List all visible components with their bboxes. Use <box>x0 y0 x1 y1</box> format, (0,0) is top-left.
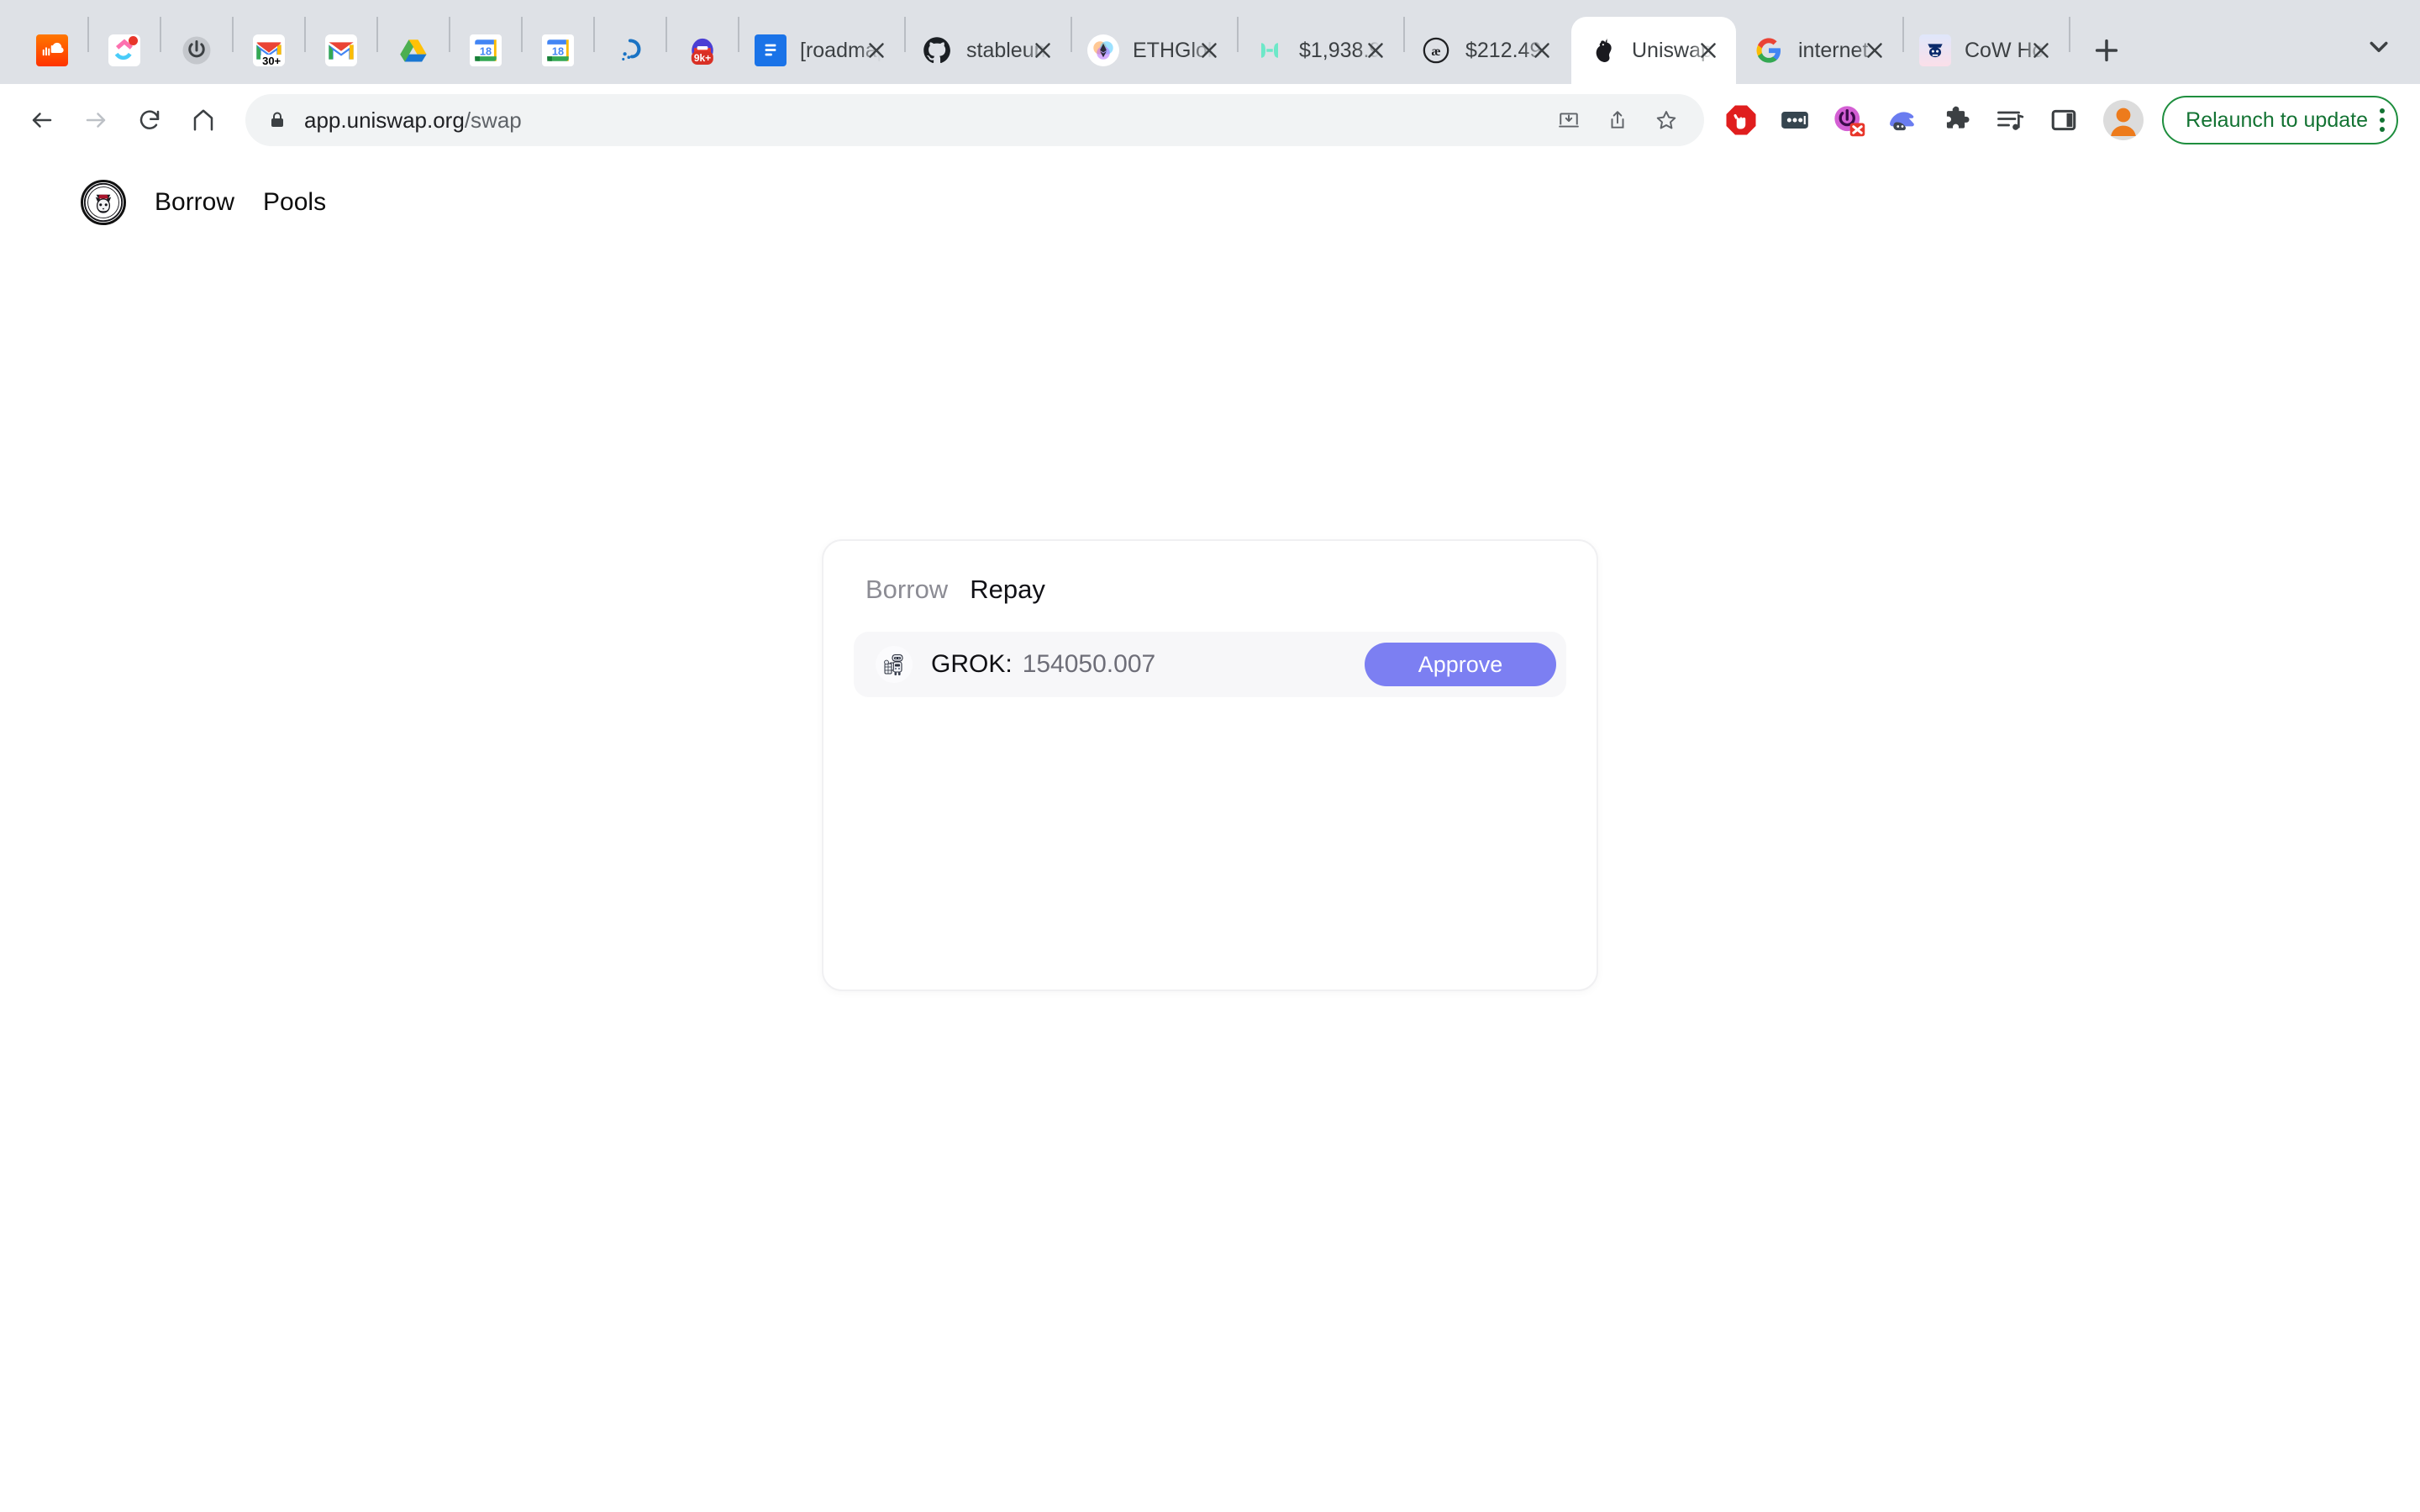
page-content: Borrow Pools Borrow Repay GROK: 154050.0… <box>0 156 2420 1512</box>
reading-list-music-icon[interactable] <box>1987 97 2033 143</box>
svg-text:18: 18 <box>552 45 564 58</box>
approve-button[interactable]: Approve <box>1365 643 1556 686</box>
home-icon[interactable] <box>176 93 230 147</box>
tab-roadmap[interactable]: [roadmap <box>739 17 904 84</box>
svg-text:æ: æ <box>1431 45 1440 59</box>
close-icon[interactable] <box>1694 36 1723 65</box>
new-tab-button[interactable] <box>2082 26 2131 75</box>
tab-strip: 30+ 18 18 9k+ [roadmap stableuni ETHGlo … <box>0 0 2420 84</box>
close-icon[interactable] <box>862 36 891 65</box>
uniswap-unicorn-icon <box>1586 34 1618 66</box>
unread-badge: 30+ <box>260 55 283 66</box>
three-dot-menu-icon[interactable] <box>2380 108 2385 132</box>
google-calendar-icon: 18 <box>470 34 502 66</box>
tab-power[interactable] <box>161 17 232 84</box>
count-badge: 9k+ <box>691 51 714 65</box>
position-row: GROK: 154050.007 Approve <box>854 632 1566 697</box>
extensions-puzzle-icon[interactable] <box>1933 97 1979 143</box>
password-manager-icon[interactable] <box>1772 97 1818 143</box>
github-icon <box>921 34 953 66</box>
address-bar[interactable]: app.uniswap.org/swap <box>245 94 1705 146</box>
tab-borrow[interactable]: Borrow <box>865 575 948 605</box>
tab-google-drive[interactable] <box>378 17 449 84</box>
browser-chrome: 30+ 18 18 9k+ [roadmap stableuni ETHGlo … <box>0 0 2420 156</box>
google-icon <box>1753 34 1785 66</box>
google-drive-icon <box>397 34 429 66</box>
gmail-icon: 30+ <box>253 34 285 66</box>
card-tab-bar: Borrow Repay <box>854 575 1566 605</box>
tab-stableuni[interactable]: stableuni <box>906 17 1071 84</box>
tab-shopping[interactable]: 9k+ <box>667 17 738 84</box>
reload-icon[interactable] <box>123 93 176 147</box>
borrow-repay-card: Borrow Repay GROK: 154050.007 Approve <box>822 539 1598 991</box>
gmail-icon <box>325 34 357 66</box>
browser-toolbar: app.uniswap.org/swap Relaunch to update <box>0 84 2420 156</box>
tab-search-chevron-down-icon[interactable] <box>2356 24 2402 69</box>
svg-text:18: 18 <box>480 45 492 58</box>
close-icon[interactable] <box>1028 36 1057 65</box>
adblock-stop-icon[interactable] <box>1718 97 1764 143</box>
grok-robot-token-icon <box>876 646 913 683</box>
nav-link-borrow[interactable]: Borrow <box>155 188 234 217</box>
clickup-icon <box>108 34 140 66</box>
arrow-right-icon[interactable] <box>69 93 123 147</box>
rabby-wallet-icon[interactable] <box>1880 97 1925 143</box>
arrow-left-icon[interactable] <box>15 93 69 147</box>
cow-swap-icon <box>1919 34 1951 66</box>
tab-price-ae[interactable]: æ $212.49 <box>1405 17 1570 84</box>
site-header: Borrow Pools <box>0 156 2420 225</box>
close-icon[interactable] <box>1528 36 1556 65</box>
url-path: /swap <box>464 107 522 133</box>
ethglobal-icon <box>1087 34 1119 66</box>
install-app-icon[interactable] <box>1544 96 1593 144</box>
teal-chart-icon <box>1254 34 1286 66</box>
tab-google-calendar-1[interactable]: 18 <box>450 17 521 84</box>
side-panel-icon[interactable] <box>2041 97 2086 143</box>
lock-icon <box>267 110 287 130</box>
google-docs-icon <box>755 34 786 66</box>
circle-swirl-icon <box>614 34 646 66</box>
close-icon[interactable] <box>1860 36 1889 65</box>
tab-gmail-2[interactable] <box>306 17 376 84</box>
tab-gmail-1[interactable]: 30+ <box>234 17 304 84</box>
relaunch-label: Relaunch to update <box>2186 108 2368 132</box>
tab-repay[interactable]: Repay <box>970 575 1045 605</box>
url-host: app.uniswap.org <box>304 107 465 133</box>
star-icon[interactable] <box>1642 96 1691 144</box>
tab-price-eth[interactable]: $1,938.9 <box>1239 17 1403 84</box>
metamask-power-icon[interactable] <box>1826 97 1871 143</box>
tab-uniswap[interactable]: Uniswap <box>1571 17 1736 84</box>
tab-separator <box>2069 17 2070 52</box>
relaunch-to-update-button[interactable]: Relaunch to update <box>2162 96 2398 144</box>
notification-dot <box>129 36 138 45</box>
cat-emblem-logo[interactable] <box>81 180 126 225</box>
tab-clickup[interactable] <box>89 17 160 84</box>
close-icon[interactable] <box>1195 36 1223 65</box>
tab-google-calendar-2[interactable]: 18 <box>523 17 593 84</box>
tab-cow-swap[interactable]: CoW Hoo <box>1904 17 2069 84</box>
tab-internet[interactable]: internet <box>1738 17 1902 84</box>
nav-link-pools[interactable]: Pools <box>263 188 326 217</box>
tab-soundcloud[interactable] <box>17 17 87 84</box>
token-amount: 154050.007 <box>1022 650 1156 678</box>
tab-swirl[interactable] <box>595 17 666 84</box>
url-text: app.uniswap.org/swap <box>304 108 1544 134</box>
ae-circle-icon: æ <box>1420 34 1452 66</box>
power-icon <box>181 34 213 66</box>
share-icon[interactable] <box>1593 96 1642 144</box>
soundcloud-icon <box>36 34 68 66</box>
close-icon[interactable] <box>1361 36 1390 65</box>
token-label: GROK: <box>931 650 1013 678</box>
google-calendar-icon: 18 <box>542 34 574 66</box>
tab-ethglobal[interactable]: ETHGlobal <box>1072 17 1237 84</box>
shopping-bag-icon: 9k+ <box>687 34 718 66</box>
avatar-icon[interactable] <box>2101 97 2146 143</box>
close-icon[interactable] <box>2027 36 2055 65</box>
